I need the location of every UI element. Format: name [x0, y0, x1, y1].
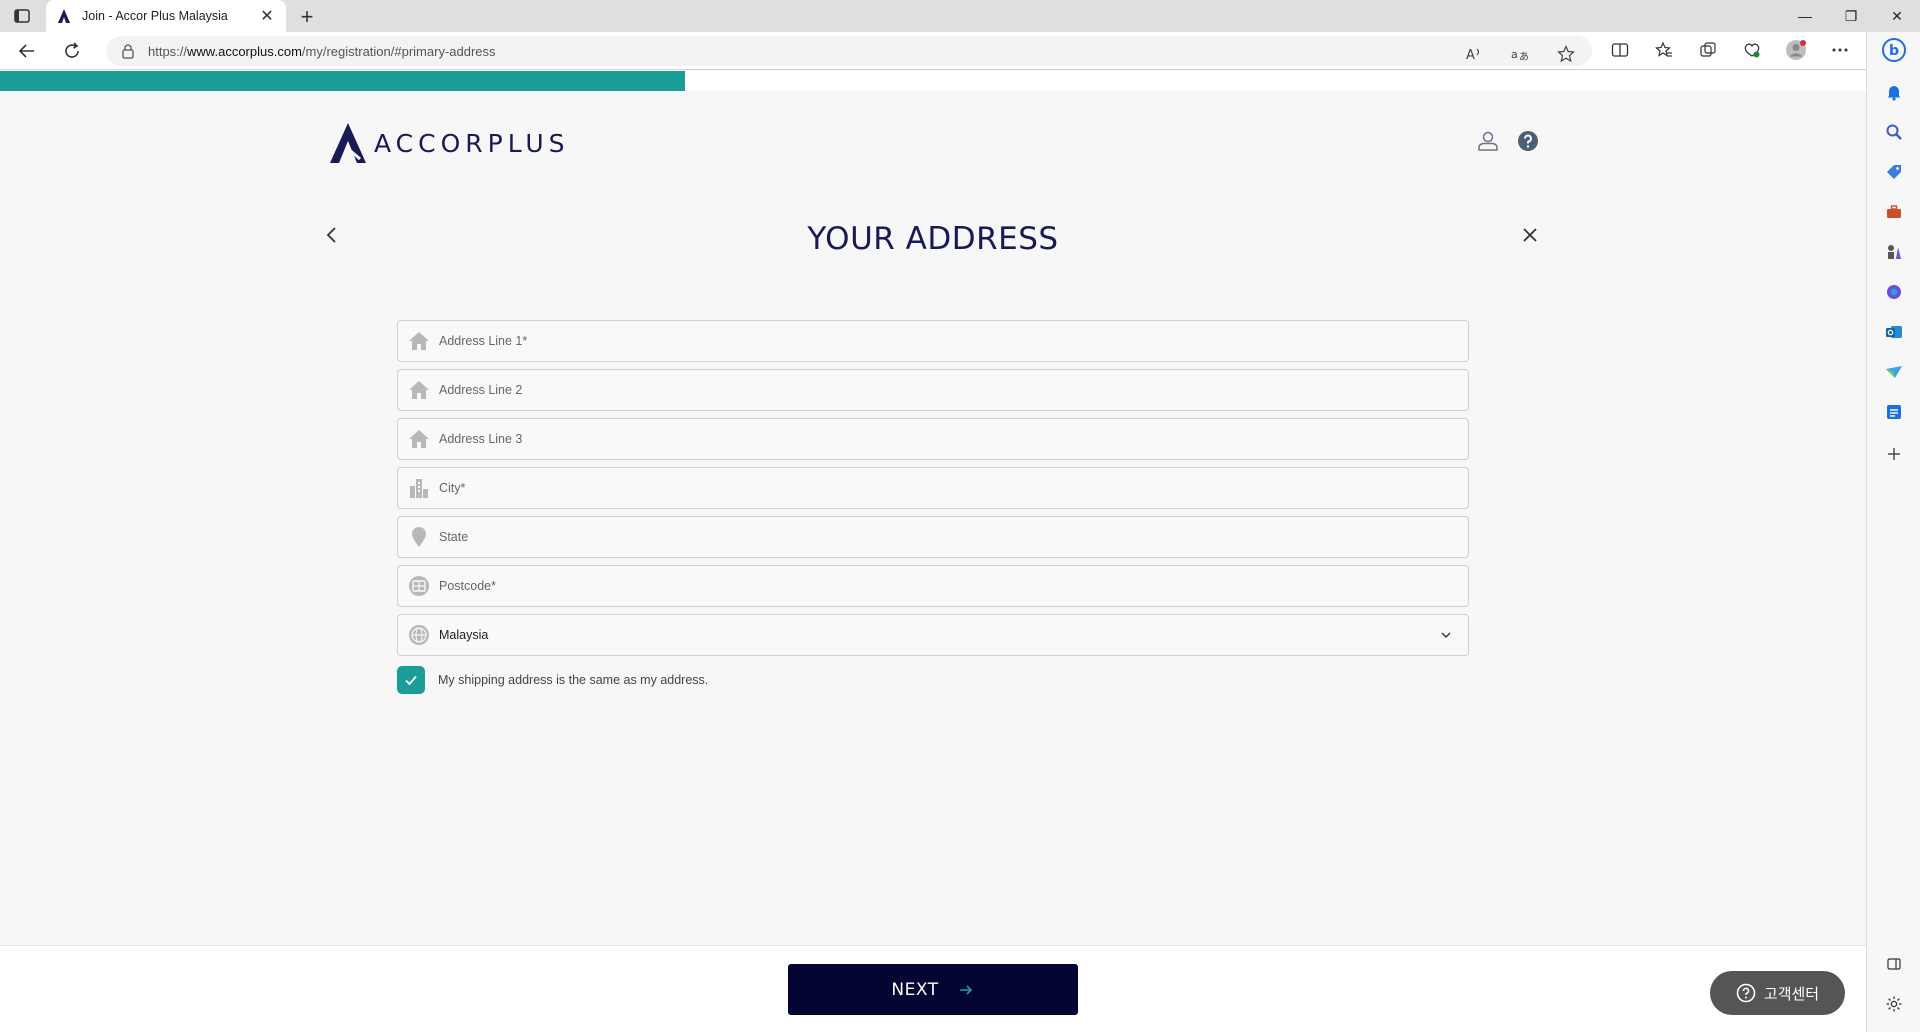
next-button[interactable]: NEXT: [788, 964, 1078, 1015]
url-domain: www.accorplus.com: [187, 43, 302, 59]
url-field[interactable]: https://www.accorplus.com/my/registratio…: [106, 36, 1592, 66]
tools-briefcase-icon[interactable]: [1882, 200, 1906, 224]
header-icons: [1476, 129, 1540, 153]
url-action-icons: A aあ: [1462, 42, 1578, 66]
browser-toolbar-icons: [1608, 38, 1852, 62]
address-line-1-field[interactable]: [397, 320, 1469, 362]
house-icon: [407, 378, 431, 402]
more-options-icon[interactable]: [1828, 38, 1852, 62]
shipping-same-label: My shipping address is the same as my ad…: [438, 673, 709, 687]
address-line-2-field[interactable]: [397, 369, 1469, 411]
browser-tab-active[interactable]: Join - Accor Plus Malaysia ✕: [46, 0, 286, 32]
arrow-right-icon: [957, 981, 975, 999]
favorites-icon[interactable]: [1652, 38, 1676, 62]
house-icon: [407, 329, 431, 353]
svg-text:あ: あ: [1519, 51, 1529, 62]
split-screen-icon[interactable]: [1608, 38, 1632, 62]
restore-button[interactable]: ❐: [1828, 0, 1874, 32]
address-line-1-input[interactable]: [439, 321, 1468, 361]
help-question-icon[interactable]: [1516, 129, 1540, 153]
profile-avatar-icon[interactable]: [1784, 38, 1808, 62]
postcode-icon: [407, 574, 431, 598]
tab-close-icon[interactable]: ✕: [258, 6, 276, 26]
city-input[interactable]: [439, 468, 1468, 508]
help-circle-icon: [1736, 983, 1756, 1003]
send-drop-icon[interactable]: [1882, 360, 1906, 384]
notes-icon[interactable]: [1882, 400, 1906, 424]
city-buildings-icon: [407, 476, 431, 500]
close-window-button[interactable]: ✕: [1874, 0, 1920, 32]
collections-icon[interactable]: [1696, 38, 1720, 62]
page-title: YOUR ADDRESS: [807, 221, 1059, 257]
browser-essentials-icon[interactable]: [1740, 38, 1764, 62]
url-text: https://www.accorplus.com/my/registratio…: [148, 44, 496, 59]
microsoft-365-icon[interactable]: [1882, 280, 1906, 304]
house-icon: [407, 427, 431, 451]
postcode-field[interactable]: [397, 565, 1469, 607]
checkmark-icon: [405, 675, 417, 686]
svg-text:A: A: [1466, 48, 1475, 62]
settings-gear-icon[interactable]: [1882, 992, 1906, 1016]
shopping-tag-icon[interactable]: [1882, 160, 1906, 184]
favorite-star-icon[interactable]: [1554, 42, 1578, 66]
notification-bell-icon[interactable]: [1882, 80, 1906, 104]
country-select-value: Malaysia: [439, 628, 489, 642]
new-tab-button[interactable]: +: [295, 4, 319, 30]
svg-text:b: b: [1889, 43, 1899, 59]
tab-title: Join - Accor Plus Malaysia: [82, 9, 228, 23]
browser-address-bar: https://www.accorplus.com/my/registratio…: [0, 32, 1920, 70]
next-button-label: NEXT: [891, 979, 939, 1000]
progress-bar: [0, 71, 1866, 91]
state-field[interactable]: [397, 516, 1469, 558]
search-icon[interactable]: [1882, 120, 1906, 144]
tab-actions-icon[interactable]: [12, 7, 32, 25]
globe-icon: [407, 623, 431, 647]
address-line-3-input[interactable]: [439, 419, 1468, 459]
footer-bar: NEXT 고객센터: [0, 945, 1866, 1032]
address-line-2-input[interactable]: [439, 370, 1468, 410]
close-icon[interactable]: [1518, 223, 1542, 247]
edge-sidebar: b: [1866, 32, 1920, 1032]
logo-text: ACCORPLUS: [374, 128, 570, 158]
customer-center-label: 고객센터: [1763, 984, 1820, 1003]
hide-sidebar-icon[interactable]: [1882, 952, 1906, 976]
address-form: Malaysia My shipping address is the same…: [397, 320, 1469, 694]
accor-logo-mark-icon: [330, 123, 366, 163]
country-select[interactable]: Malaysia: [397, 614, 1469, 656]
url-prefix: https://: [148, 43, 188, 59]
postcode-input[interactable]: [439, 566, 1468, 606]
user-account-icon[interactable]: [1476, 129, 1500, 153]
lock-icon[interactable]: [120, 43, 136, 59]
address-line-3-field[interactable]: [397, 418, 1469, 460]
refresh-icon[interactable]: [59, 38, 85, 64]
url-path: /my/registration/#primary-address: [301, 43, 496, 59]
window-controls: — ❐ ✕: [1782, 0, 1920, 32]
location-pin-icon: [407, 525, 431, 549]
registration-page: ACCORPLUS YOUR ADDRESS Address Line 1* A…: [0, 71, 1866, 1032]
shipping-same-row: My shipping address is the same as my ad…: [397, 666, 1469, 694]
browser-tab-bar: Join - Accor Plus Malaysia ✕ + — ❐ ✕: [0, 0, 1920, 32]
read-aloud-icon[interactable]: A: [1462, 42, 1486, 66]
svg-text:a: a: [1511, 48, 1518, 61]
outlook-icon[interactable]: [1882, 320, 1906, 344]
minimize-button[interactable]: —: [1782, 0, 1828, 32]
chevron-down-icon[interactable]: [1438, 627, 1454, 643]
bing-chat-icon[interactable]: b: [1882, 38, 1906, 62]
state-input[interactable]: [439, 517, 1468, 557]
back-icon[interactable]: [14, 38, 40, 64]
city-field[interactable]: [397, 467, 1469, 509]
translate-icon[interactable]: aあ: [1508, 42, 1532, 66]
customer-center-button[interactable]: 고객센터: [1710, 971, 1845, 1015]
games-chess-icon[interactable]: [1882, 240, 1906, 264]
accor-plus-logo[interactable]: ACCORPLUS: [330, 121, 570, 165]
shipping-same-checkbox[interactable]: [397, 666, 425, 694]
add-sidebar-app-icon[interactable]: [1882, 442, 1906, 466]
progress-bar-fill: [0, 71, 685, 91]
accor-favicon-icon: [56, 8, 72, 24]
